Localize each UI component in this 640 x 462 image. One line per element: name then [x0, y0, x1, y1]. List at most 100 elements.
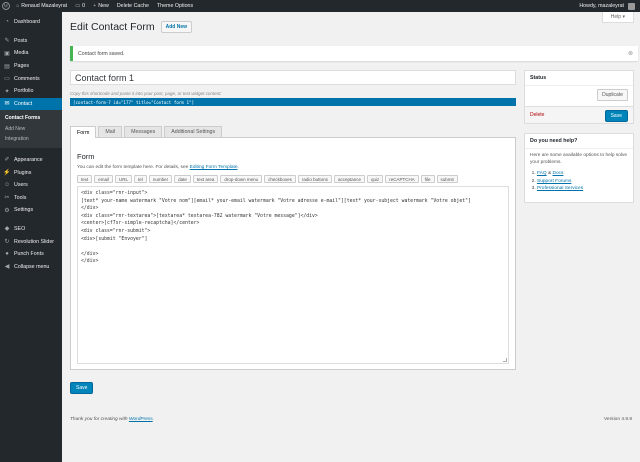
sidebar-item-label: Comments — [14, 75, 40, 82]
wordpress-logo-icon[interactable]: W — [0, 0, 12, 12]
tag-button-textarea[interactable]: text area — [192, 175, 219, 183]
submenu-integration[interactable]: Integration — [0, 134, 62, 145]
sidebar-item-dashboard[interactable]: ◔ Dashboard — [0, 16, 62, 29]
sidebar-item-contact[interactable]: ✉ Contact — [0, 97, 62, 111]
help-tab-button[interactable]: Help ▾ — [601, 12, 634, 23]
help-links-list: FAQ & Docs Support Forums Professional S… — [525, 170, 633, 193]
tag-button-recaptcha[interactable]: reCAPTCHA — [385, 175, 419, 183]
sidebar-item-label: Revolution Slider — [14, 238, 55, 245]
editing-form-template-link[interactable]: Editing Form Template — [190, 165, 238, 170]
avatar — [628, 2, 635, 10]
tag-button-email[interactable]: email — [94, 175, 114, 183]
page-title: Edit Contact Form — [70, 21, 155, 33]
tab-form[interactable]: Form — [70, 126, 97, 138]
submenu-contact-forms[interactable]: Contact Forms — [0, 113, 62, 124]
footer-credit: Thank you for creating with WordPress. — [70, 417, 154, 422]
delete-cache-label: Delete Cache — [116, 3, 149, 9]
sidebar-item-label: Media — [14, 50, 29, 57]
sidebar-item-appearance[interactable]: ✐ Appearance — [0, 154, 62, 167]
sidebar-item-portfolio[interactable]: ✦ Portfolio — [0, 85, 62, 98]
save-button-bottom[interactable]: Save — [70, 382, 94, 394]
comments-link[interactable]: ▭ 0 — [71, 0, 89, 12]
tag-button-acceptance[interactable]: acceptance — [333, 175, 365, 183]
wordpress-link[interactable]: WordPress — [129, 417, 153, 422]
submenu-add-new[interactable]: Add New — [0, 124, 62, 135]
description-text: You can edit the form template here. For… — [77, 165, 190, 170]
sidebar-item-tools[interactable]: ✂ Tools — [0, 191, 62, 204]
shortcode-field[interactable]: [contact-form-7 id="177" title="Contact … — [70, 98, 516, 106]
delete-link[interactable]: Delete — [530, 112, 544, 118]
site-name-link[interactable]: ⌂ Renaud Mazaleyrat — [12, 0, 71, 12]
refresh-icon: ↻ — [4, 239, 10, 246]
docs-link[interactable]: Docs — [552, 171, 563, 176]
form-title-input[interactable]: Contact form 1 — [70, 70, 516, 85]
greeting-label: Howdy, mazaleyrat — [579, 3, 624, 9]
account-menu[interactable]: Howdy, mazaleyrat — [575, 0, 640, 12]
portfolio-icon: ✦ — [4, 88, 10, 95]
main-content: Help ▾ Edit Contact Form Add New Contact… — [62, 12, 640, 462]
resize-handle-icon[interactable] — [503, 358, 507, 362]
sidebar-item-posts[interactable]: ✎ Posts — [0, 35, 62, 48]
sidebar-item-label: Posts — [14, 37, 28, 44]
collapse-icon: ◀ — [4, 264, 10, 271]
save-button[interactable]: Save — [604, 110, 628, 122]
sidebar-item-pages[interactable]: ▤ Pages — [0, 60, 62, 73]
list-item: Professional Services — [537, 185, 628, 193]
tag-button-submit[interactable]: submit — [436, 175, 458, 183]
tab-mail[interactable]: Mail — [98, 126, 123, 137]
faq-link[interactable]: FAQ — [537, 171, 547, 176]
list-item: Support Forums — [537, 178, 628, 186]
sidebar-item-label: Collapse menu — [14, 263, 50, 270]
new-label: New — [98, 3, 109, 9]
footer-text: Thank you for creating with — [70, 417, 129, 422]
support-forums-link[interactable]: Support Forums — [537, 179, 571, 184]
tag-button-number[interactable]: number — [148, 175, 173, 183]
form-template-editor[interactable]: <div class="rnr-input"> [text* your-name… — [77, 186, 509, 364]
sidebar-item-plugins[interactable]: ⚡ Plugins — [0, 166, 62, 179]
font-icon: ● — [5, 251, 9, 258]
sidebar-item-revolution-slider[interactable]: ↻ Revolution Slider — [0, 235, 62, 248]
tag-button-radio[interactable]: radio buttons — [297, 175, 332, 183]
sidebar-item-settings[interactable]: ⚙ Settings — [0, 204, 62, 217]
settings-icon: ⚙ — [4, 207, 10, 214]
delete-cache-link[interactable]: Delete Cache — [113, 0, 153, 12]
sidebar-item-users[interactable]: ☺ Users — [0, 179, 62, 192]
status-box-title: Status — [525, 71, 633, 86]
page-header: Edit Contact Form Add New — [70, 21, 193, 33]
dismiss-icon[interactable]: ⊗ — [628, 50, 633, 57]
tag-button-text[interactable]: text — [77, 175, 93, 183]
tag-button-file[interactable]: file — [420, 175, 435, 183]
page-icon: ▤ — [4, 63, 10, 70]
users-icon: ☺ — [3, 182, 11, 189]
tab-additional-settings[interactable]: Additional Settings — [164, 126, 223, 137]
sidebar-item-seo[interactable]: ◆ SEO — [0, 223, 62, 236]
tag-button-quiz[interactable]: quiz — [366, 175, 384, 183]
sidebar-item-label: Portfolio — [14, 88, 34, 95]
sidebar-item-comments[interactable]: ▭ Comments — [0, 72, 62, 85]
form-panel: Form You can edit the form template here… — [70, 137, 516, 370]
sidebar-item-punch-fonts[interactable]: ● Punch Fonts — [0, 248, 62, 261]
tag-button-date[interactable]: date — [174, 175, 191, 183]
shortcode-hint: Copy this shortcode and paste it into yo… — [70, 91, 222, 96]
sidebar-item-label: Punch Fonts — [14, 251, 44, 258]
tag-button-tel[interactable]: tel — [134, 175, 147, 183]
tag-button-checkboxes[interactable]: checkboxes — [264, 175, 296, 183]
sidebar-item-media[interactable]: ▣ Media — [0, 47, 62, 60]
duplicate-button[interactable]: Duplicate — [597, 89, 628, 101]
collapse-menu-button[interactable]: ◀ Collapse menu — [0, 260, 62, 273]
chevron-down-icon: ▾ — [622, 14, 625, 20]
notice-message: Contact form saved. — [78, 50, 125, 57]
tab-messages[interactable]: Messages — [124, 126, 163, 137]
add-new-button[interactable]: Add New — [160, 21, 193, 33]
professional-services-link[interactable]: Professional Services — [537, 186, 583, 191]
list-item: FAQ & Docs — [537, 170, 628, 178]
theme-options-link[interactable]: Theme Options — [153, 0, 197, 12]
tag-button-url[interactable]: URL — [115, 175, 133, 183]
theme-options-label: Theme Options — [156, 3, 194, 9]
sidebar-item-label: Tools — [14, 194, 27, 201]
footer-text-suffix: . — [152, 417, 155, 422]
plugin-icon: ⚡ — [3, 170, 11, 177]
panel-description: You can edit the form template here. For… — [77, 165, 239, 170]
tag-button-dropdown[interactable]: drop-down menu — [220, 175, 263, 183]
new-content-link[interactable]: + New — [89, 0, 113, 12]
